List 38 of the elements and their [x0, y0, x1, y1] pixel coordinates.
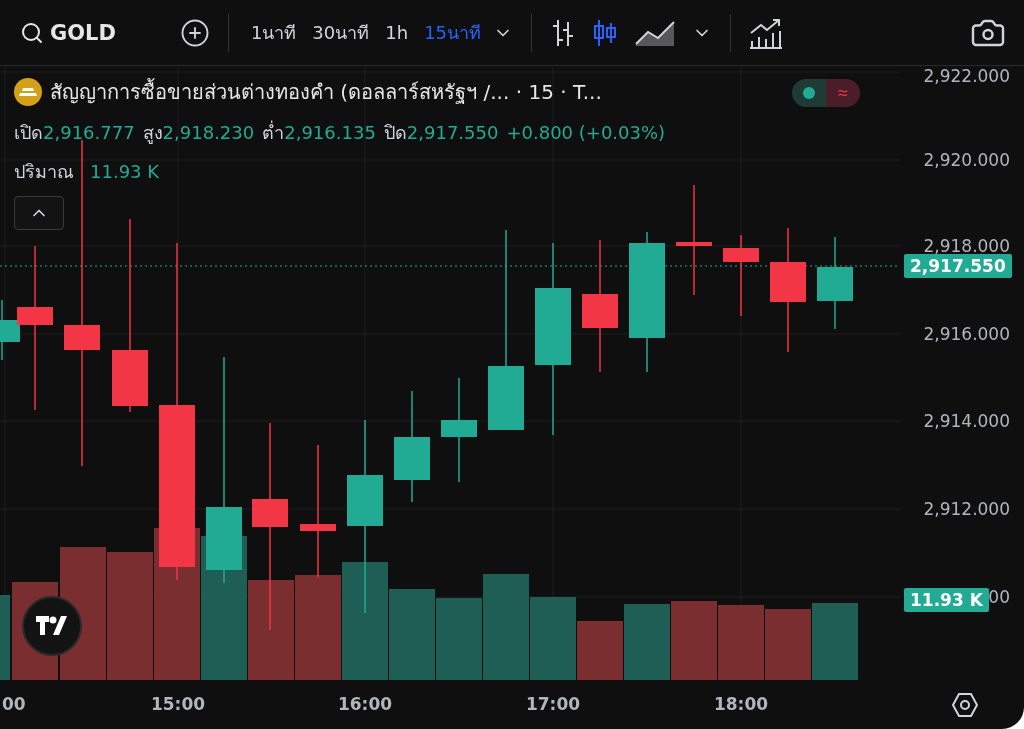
- ohlc-label: เปิด: [14, 121, 43, 145]
- ohlc-label: สูง: [142, 121, 163, 146]
- price-tick: 2,922.000: [923, 66, 1010, 86]
- ohlc-value: 2,917.550: [406, 122, 499, 143]
- visibility-toggle[interactable]: [792, 79, 826, 107]
- time-tick: 15:00: [150, 694, 206, 714]
- volume-value: 11.93 K: [90, 161, 160, 182]
- last-price-label: 2,917.550: [904, 254, 1012, 278]
- volume-bar: [765, 609, 811, 680]
- interval-tab[interactable]: 1นาที: [242, 14, 305, 51]
- price-tick: 2,912.000: [923, 499, 1010, 519]
- ingot-icon: [14, 78, 42, 106]
- volume-price-label: 11.93 K: [904, 588, 989, 612]
- interval-tab[interactable]: 30นาที: [304, 14, 378, 51]
- volume-label: ปริมาณ: [14, 160, 74, 184]
- time-tick: 17:00: [525, 694, 581, 714]
- volume-bar: [577, 621, 623, 680]
- price-tick: 2,918.000: [923, 236, 1010, 256]
- time-tick: 18:00: [713, 694, 769, 714]
- ohlc-label: ปิด: [383, 121, 407, 145]
- candlestick-icon: [592, 17, 619, 48]
- ohlc-value: 2,916.135: [284, 122, 376, 143]
- interval-tab[interactable]: 1h: [377, 18, 417, 47]
- price-change: +0.800 (+0.03%): [506, 122, 666, 143]
- ohlc-value: 2,918.230: [162, 122, 255, 143]
- price-tick: 2,916.000: [923, 324, 1010, 344]
- price-tick: 2,920.000: [923, 150, 1010, 170]
- price-tick: 2,914.000: [923, 411, 1010, 431]
- search-icon: [20, 20, 44, 45]
- time-tick: 00: [2, 694, 26, 714]
- ohlc-label: ต่ำ: [262, 119, 285, 145]
- symbol-search-button[interactable]: GOLD: [20, 20, 116, 45]
- price-tick: 00: [988, 587, 1010, 607]
- ohlc-value: 2,916.777: [43, 122, 135, 143]
- interval-tab[interactable]: 15นาที: [416, 14, 490, 51]
- symbol-title: สัญญาการซื้อขายส่วนต่างทองคำ (ดอลลาร์สหรัฐฯ /... · 15 · T...: [50, 77, 602, 106]
- source-toggle[interactable]: ≈: [826, 79, 860, 107]
- time-tick: 16:00: [337, 694, 393, 714]
